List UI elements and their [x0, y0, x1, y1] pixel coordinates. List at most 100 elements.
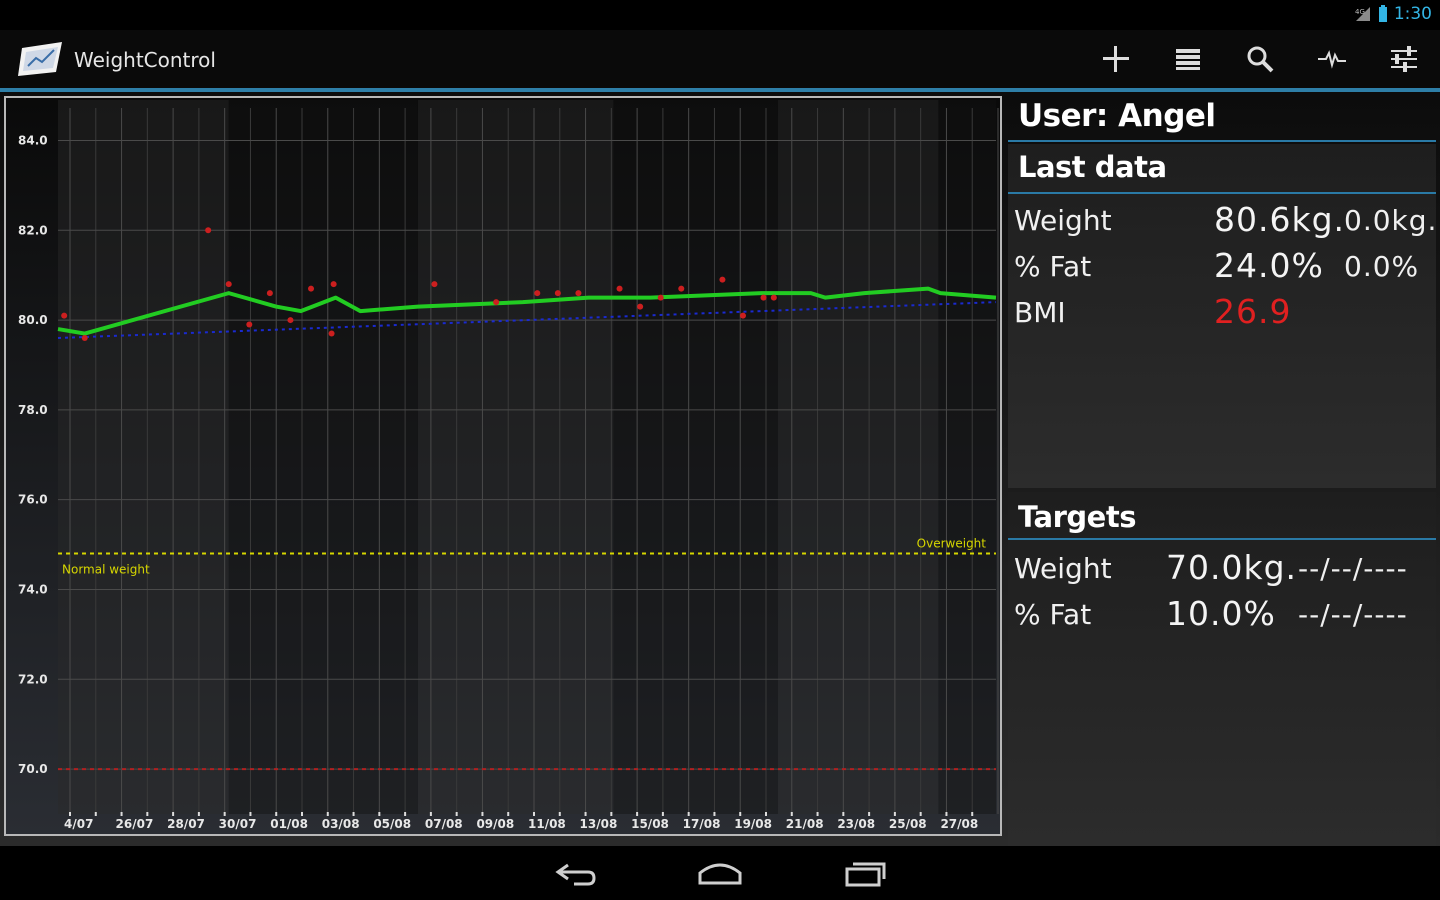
signal-icon: 4G — [1354, 6, 1372, 22]
list-icon — [1176, 49, 1200, 70]
y-tick-label: 78.0 — [18, 403, 48, 417]
bmi-label: BMI — [1014, 296, 1066, 329]
x-tick-mark — [249, 812, 252, 816]
measurement-point — [61, 312, 68, 319]
y-tick-label: 84.0 — [18, 133, 48, 147]
fat-label: % Fat — [1014, 250, 1092, 283]
target-weight-date: --/--/---- — [1298, 552, 1408, 585]
last-data-section: Last data Weight 80.6kg. 0.0kg. % Fat 24… — [1008, 144, 1436, 488]
weight-change: 0.0kg. — [1344, 204, 1438, 237]
x-tick-mark — [172, 812, 175, 816]
x-tick-label: 07/08 — [425, 817, 463, 831]
measurement-point — [246, 321, 253, 328]
measurement-point — [657, 294, 664, 301]
x-tick-mark — [919, 812, 922, 816]
add-icon — [1103, 46, 1129, 72]
x-tick-label: 13/08 — [580, 817, 618, 831]
x-tick-label: 23/08 — [837, 817, 875, 831]
user-divider — [1008, 140, 1436, 142]
add-button[interactable] — [1096, 41, 1136, 77]
x-tick-label: 09/08 — [476, 817, 514, 831]
x-tick-mark — [533, 812, 535, 816]
x-tick-mark — [301, 812, 303, 816]
x-tick-mark — [507, 812, 510, 816]
settings-sliders-icon — [1391, 46, 1417, 72]
measurement-point — [678, 285, 685, 292]
last-data-divider — [1008, 192, 1436, 194]
x-tick-mark — [275, 812, 278, 816]
home-button[interactable] — [685, 854, 755, 894]
x-tick-mark — [661, 812, 664, 816]
overweight-label: Overweight — [917, 537, 987, 551]
x-tick-label: 28/07 — [167, 817, 205, 831]
measurement-point — [719, 276, 726, 283]
x-tick-label: 17/08 — [683, 817, 721, 831]
search-button[interactable] — [1240, 41, 1280, 77]
x-tick-label: 19/08 — [734, 817, 772, 831]
x-tick-label: 03/08 — [322, 817, 360, 831]
chart-band — [228, 100, 418, 814]
x-tick-mark — [404, 812, 407, 816]
measurement-point — [308, 285, 315, 292]
x-tick-label: 30/07 — [219, 817, 257, 831]
summary-panel: User: Angel Last data Weight 80.6kg. 0.0… — [1008, 92, 1436, 846]
measurement-point — [81, 335, 88, 342]
x-tick-mark — [739, 812, 742, 816]
weight-chart-svg: 84.0 82.0 80.0 78.0 76.0 74.0 72.0 70.0 Overweig… — [6, 98, 1000, 834]
chart-band — [417, 100, 614, 814]
navigation-bar — [0, 846, 1440, 900]
target-weight-label: Weight — [1014, 552, 1112, 585]
x-tick-mark — [120, 812, 123, 816]
targets-divider — [1008, 538, 1436, 540]
chart-button[interactable] — [1312, 41, 1352, 77]
y-tick-label: 82.0 — [18, 223, 48, 237]
x-tick-mark — [893, 812, 896, 816]
measurement-point — [431, 281, 438, 288]
settings-button[interactable] — [1384, 41, 1424, 77]
weight-chart[interactable]: 84.0 82.0 80.0 78.0 76.0 74.0 72.0 70.0 Overweig… — [4, 96, 1002, 836]
x-tick-mark — [558, 812, 561, 816]
pulse-icon — [1318, 50, 1346, 69]
list-button[interactable] — [1168, 41, 1208, 77]
measurement-point — [493, 299, 500, 306]
weight-value: 80.6kg. — [1214, 200, 1346, 239]
chart-band — [777, 100, 939, 814]
x-tick-mark — [378, 812, 381, 816]
x-tick-mark — [481, 812, 484, 816]
normal-weight-label: Normal weight — [62, 563, 150, 577]
target-fat-date: --/--/---- — [1298, 598, 1408, 631]
user-heading: User: Angel — [1018, 98, 1216, 134]
measurement-point — [554, 290, 561, 297]
chart-band — [58, 100, 229, 814]
status-bar: 4G 1:30 — [0, 0, 1440, 30]
x-tick-mark — [636, 812, 639, 816]
x-tick-mark — [352, 812, 355, 816]
search-icon — [1247, 46, 1274, 73]
battery-icon — [1378, 5, 1388, 23]
measurement-point — [770, 294, 777, 301]
x-tick-mark — [223, 812, 226, 816]
fat-change: 0.0% — [1344, 250, 1420, 283]
y-tick-label: 72.0 — [18, 672, 48, 686]
x-tick-mark — [713, 812, 716, 816]
last-data-heading: Last data — [1018, 150, 1167, 184]
chart-band — [938, 100, 996, 814]
back-button[interactable] — [541, 854, 611, 894]
x-tick-label: 01/08 — [270, 817, 308, 831]
x-tick-label: 05/08 — [373, 817, 411, 831]
x-tick-mark — [455, 812, 458, 816]
app-title: WeightControl — [74, 48, 216, 72]
measurement-point — [330, 281, 337, 288]
x-tick-mark — [868, 812, 871, 816]
measurement-point — [534, 290, 541, 297]
recent-apps-button[interactable] — [830, 854, 900, 894]
main-area: 84.0 82.0 80.0 78.0 76.0 74.0 72.0 70.0 Overweig… — [0, 92, 1440, 846]
x-tick-mark — [146, 812, 149, 816]
fat-value: 24.0% — [1214, 246, 1324, 285]
x-tick-label: 4/07 — [64, 817, 93, 831]
app-logo-icon[interactable] — [16, 40, 66, 78]
home-icon — [698, 863, 742, 885]
x-tick-label: 11/08 — [528, 817, 566, 831]
measurement-point — [739, 312, 746, 319]
measurement-point — [287, 317, 294, 324]
